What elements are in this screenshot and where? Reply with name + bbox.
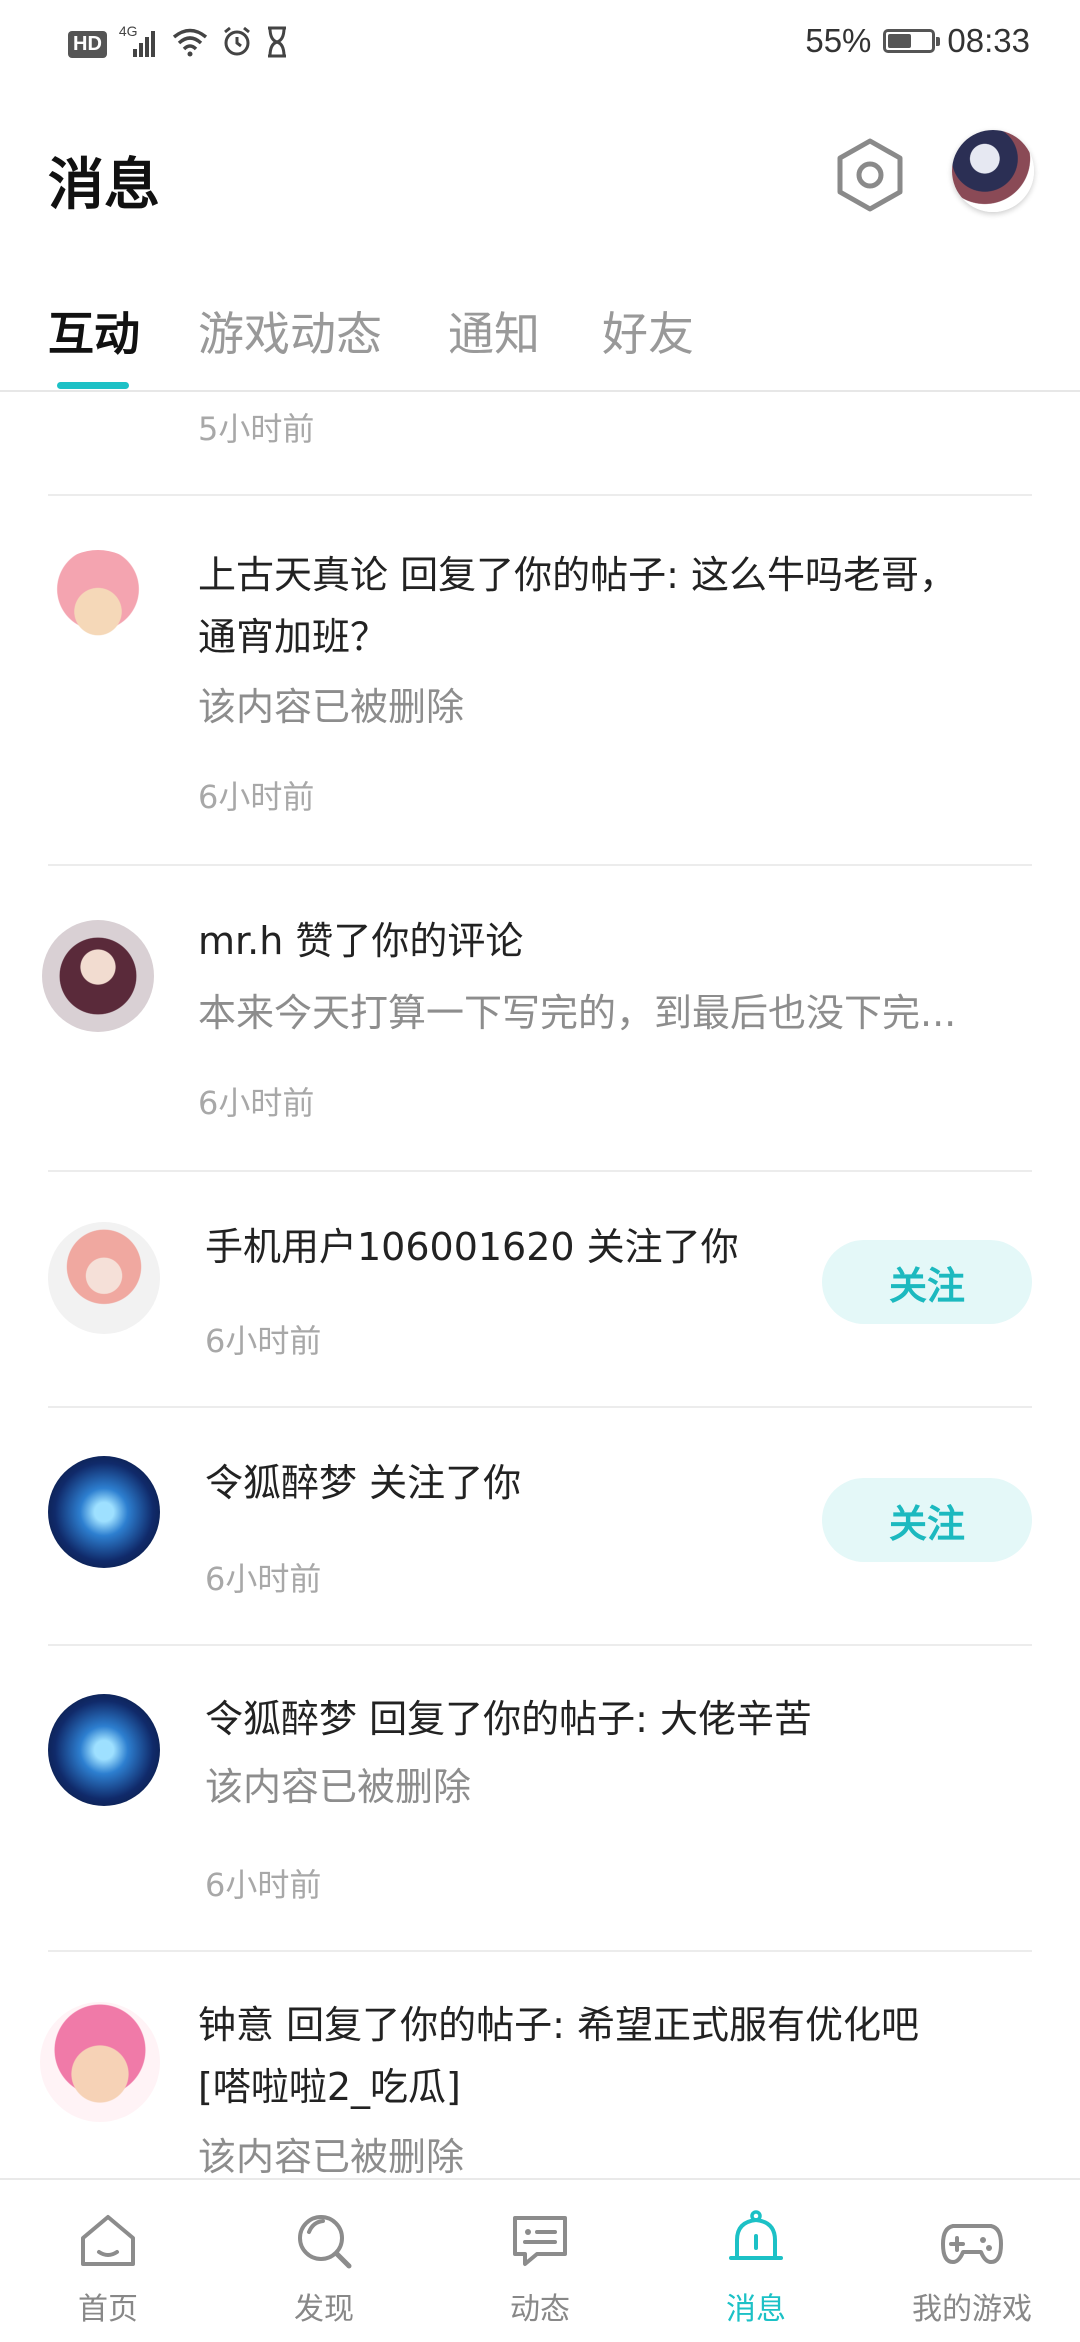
- nav-label: 动态: [510, 2292, 570, 2327]
- battery-percent: 55%: [805, 22, 872, 59]
- signal-icon: 4G: [119, 23, 159, 59]
- list-item-title[interactable]: mr.h 赞了你的评论: [198, 910, 1028, 972]
- nav-label: 发现: [294, 2292, 354, 2327]
- title-line: [嗒啦啦2_吃瓜]: [198, 2065, 461, 2109]
- list-item-title[interactable]: 手机用户106001620 关注了你: [205, 1216, 805, 1278]
- bell-icon: [729, 2210, 783, 2260]
- user-avatar[interactable]: [952, 130, 1034, 212]
- tab-notifications[interactable]: 通知: [448, 298, 540, 364]
- item-subtext: 该内容已被删除: [198, 685, 465, 729]
- avatar[interactable]: [42, 920, 154, 1032]
- network-label: 4G: [118, 23, 138, 39]
- message-feed[interactable]: 5小时前 上古天真论 回复了你的帖子: 这么牛吗老哥， 通宵加班？ 该内容已被删…: [0, 392, 1080, 2178]
- tab-game-updates[interactable]: 游戏动态: [198, 298, 382, 364]
- item-subtext: 该内容已被删除: [198, 2135, 465, 2178]
- list-item-title[interactable]: 令狐醉梦 回复了你的帖子: 大佬辛苦: [205, 1688, 1025, 1750]
- list-item-title[interactable]: 令狐醉梦 关注了你: [205, 1452, 805, 1514]
- settings-button[interactable]: [830, 135, 910, 215]
- tab-friends[interactable]: 好友: [602, 298, 694, 364]
- nav-feed[interactable]: 动态: [432, 2180, 648, 2342]
- nav-label: 首页: [78, 2292, 138, 2327]
- nav-my-games[interactable]: 我的游戏: [864, 2180, 1080, 2342]
- nav-discover[interactable]: 发现: [216, 2180, 432, 2342]
- active-tab-indicator: [57, 382, 129, 389]
- avatar[interactable]: [48, 1222, 160, 1334]
- divider: [48, 1950, 1032, 1952]
- status-bar: HD 4G 55% 08:33: [0, 0, 1080, 90]
- wifi-icon: [171, 27, 209, 61]
- gamepad-icon: [941, 2224, 1003, 2264]
- title-line: 通宵加班？: [198, 615, 389, 659]
- item-time: 6小时前: [198, 778, 315, 816]
- divider: [48, 1170, 1032, 1172]
- discover-icon: [298, 2215, 352, 2269]
- list-item-title[interactable]: 钟意 回复了你的帖子: 希望正式服有优化吧 [嗒啦啦2_吃瓜]: [198, 1994, 1028, 2118]
- item-time: 6小时前: [205, 1322, 322, 1360]
- hd-badge: HD: [68, 30, 107, 58]
- item-time: 5小时前: [198, 410, 315, 448]
- clock: 08:33: [947, 22, 1030, 59]
- battery-fill: [888, 34, 912, 48]
- settings-hex-icon: [837, 138, 903, 212]
- tab-bar: 互动 游戏动态 通知 好友: [0, 290, 1080, 392]
- follow-button[interactable]: 关注: [822, 1240, 1032, 1324]
- item-time: 6小时前: [205, 1866, 322, 1904]
- status-right: 55% 08:33: [805, 22, 1030, 60]
- tab-interaction[interactable]: 互动: [48, 298, 140, 364]
- avatar[interactable]: [48, 1456, 160, 1568]
- avatar[interactable]: [48, 1694, 160, 1806]
- nav-home[interactable]: 首页: [0, 2180, 216, 2342]
- item-subtext: 本来今天打算一下写完的，到最后也没下完...: [198, 991, 957, 1035]
- divider: [48, 1644, 1032, 1646]
- status-left: HD 4G: [68, 23, 289, 62]
- nav-messages[interactable]: 消息: [648, 2180, 864, 2342]
- page-title: 消息: [48, 153, 160, 218]
- home-icon: [81, 2215, 135, 2266]
- title-line: 上古天真论 回复了你的帖子: 这么牛吗老哥，: [198, 553, 957, 597]
- item-time: 6小时前: [198, 1084, 315, 1122]
- feed-icon: [513, 2216, 567, 2266]
- divider: [48, 864, 1032, 866]
- follow-button[interactable]: 关注: [822, 1478, 1032, 1562]
- nav-label: 我的游戏: [912, 2292, 1032, 2327]
- nav-label: 消息: [726, 2292, 786, 2327]
- divider: [48, 494, 1032, 496]
- alarm-icon: [221, 26, 253, 62]
- item-subtext: 该内容已被删除: [205, 1765, 472, 1809]
- bottom-nav: 首页 发现 动态 消息 我的游戏: [0, 2178, 1080, 2342]
- title-line: 钟意 回复了你的帖子: 希望正式服有优化吧: [198, 2003, 919, 2047]
- divider: [48, 1406, 1032, 1408]
- avatar[interactable]: [40, 2002, 160, 2122]
- battery-icon: [883, 29, 941, 53]
- avatar[interactable]: [42, 550, 154, 662]
- list-item-title[interactable]: 上古天真论 回复了你的帖子: 这么牛吗老哥， 通宵加班？: [198, 544, 1028, 668]
- hourglass-icon: [265, 26, 289, 62]
- item-time: 6小时前: [205, 1560, 322, 1598]
